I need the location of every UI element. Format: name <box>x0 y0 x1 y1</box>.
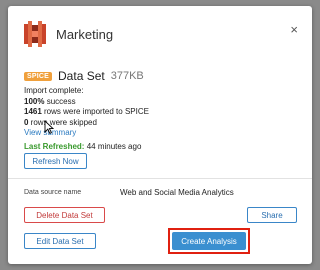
mouse-pointer-icon <box>44 120 54 134</box>
dataset-header: SPICE Data Set 377KB <box>24 69 144 83</box>
dataset-size: 377KB <box>110 70 144 82</box>
import-heading: Import complete: <box>24 86 84 95</box>
import-status: Import complete: 100% success 1461 rows … <box>24 86 149 152</box>
dataset-label: Data Set <box>58 69 105 83</box>
close-icon[interactable]: × <box>290 22 298 37</box>
dialog-title: Marketing <box>56 26 114 42</box>
last-refreshed: Last Refreshed: 44 minutes ago <box>24 141 142 151</box>
import-success: 100% success <box>24 96 76 106</box>
data-source-name-value: Web and Social Media Analytics <box>120 188 234 197</box>
data-source-name-label: Data source name <box>24 189 82 196</box>
view-summary-link[interactable]: View summary <box>24 128 149 139</box>
aws-s3-bucket-icon <box>24 21 46 47</box>
share-button[interactable]: Share <box>247 207 297 223</box>
create-analysis-button[interactable]: Create Analysis <box>172 232 246 250</box>
import-skipped-rows: 0 rows were skipped <box>24 117 97 127</box>
delete-data-set-button[interactable]: Delete Data Set <box>24 207 105 223</box>
import-imported-rows: 1461 rows were imported to SPICE <box>24 107 149 116</box>
dialog-header: Marketing <box>24 21 114 47</box>
divider <box>8 178 312 179</box>
dataset-dialog: Marketing × SPICE Data Set 377KB Import … <box>8 6 312 264</box>
refresh-now-button[interactable]: Refresh Now <box>24 153 87 169</box>
edit-data-set-button[interactable]: Edit Data Set <box>24 233 96 249</box>
spice-badge: SPICE <box>24 71 53 81</box>
